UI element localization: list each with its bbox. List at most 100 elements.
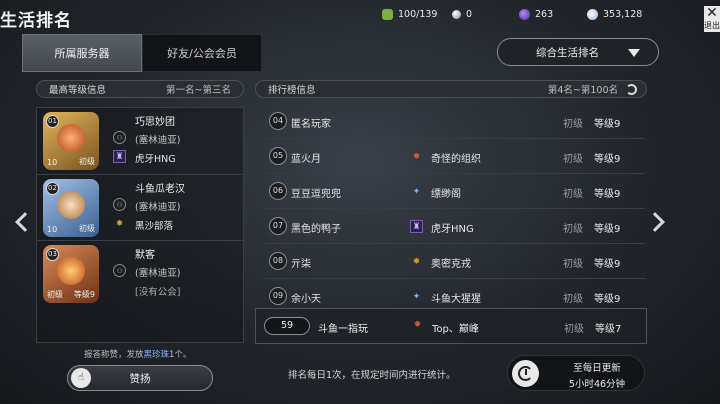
diamond-value: 353,128 [603,9,643,20]
medal-level: 10 [47,158,58,167]
player-server: (塞林迪亚) [135,268,181,279]
top-ranks-range: 第一名~第三名 [166,85,231,96]
player-server: (塞林迪亚) [135,202,181,213]
player-level: 等级9 [594,224,621,235]
rank-row[interactable]: 06 豆豆逗兜兜 ✦ 缥缈阁 初级 等级9 [265,174,645,209]
player-guild: 奇怪的组织 [431,154,481,165]
silver-medal-icon: 02 10 初级 [43,179,99,237]
top-rank-row[interactable]: 03 初级 等级9 默客 ⚇ (塞林迪亚) [没有公会] [37,240,243,306]
person-icon: ⚇ [113,131,126,144]
energy-resource: 100/139 [382,9,437,20]
praise-note-text: 报答称赞，发放 [84,350,144,360]
refresh-icon[interactable] [626,84,637,95]
energy-value: 100/139 [398,9,438,20]
player-name: 蓝火月 [291,154,321,165]
tab-friends-guild[interactable]: 好友/公会会员 [142,34,262,72]
person-icon: ⚇ [113,198,126,211]
rank-list-range: 第4名~第100名 [547,85,618,96]
dropdown-selected: 综合生活排名 [536,46,599,59]
guild-emblem-icon: ✸ [412,256,421,267]
silver-pearl-value: 0 [466,9,473,20]
player-guild: 黑沙部落 [135,221,174,232]
hand-icon: ☝ [71,368,91,388]
player-level: 等级9 [594,259,621,270]
top-rank-row[interactable]: 02 10 初级 斗鱼瓜老汉 ⚇ (塞林迪亚) ✸ 黑沙部落 [37,174,243,240]
guild-emblem-icon: ✹ [412,151,421,162]
medal-emblem-icon [57,257,85,285]
rank-number: 09 [269,287,287,305]
exit-label: 退出 [704,21,720,30]
guild-emblem-icon: ✦ [412,186,421,197]
my-rank-row[interactable]: 59 斗鱼一指玩 ✹ Top、巅峰 初级 等级7 [255,308,647,344]
player-name: 豆豆逗兜兜 [291,189,341,200]
my-rank-number: 59 [264,317,310,335]
top-rank-row[interactable]: 01 10 初级 巧思妙团 ⚇ (塞林迪亚) ♜ 虎牙HNG [37,108,243,174]
chevron-right-icon[interactable] [645,212,665,232]
rank-row[interactable]: 08 亓柒 ✸ 奥密克戎 初级 等级9 [265,244,645,279]
silver-pearl-resource: 0 [452,9,472,20]
energy-icon [382,9,393,20]
silver-pearl-icon [452,10,461,19]
my-player-tier: 初级 [564,324,584,335]
rank-list-header: 排行榜信息 第4名~第100名 [255,80,647,98]
player-name: 巧思妙团 [135,117,175,128]
my-player-guild: Top、巅峰 [432,324,479,335]
player-guild: 缥缈阁 [431,189,461,200]
guild-emblem-icon: ✸ [115,218,124,229]
player-name: 黑色的鸭子 [291,224,341,235]
player-tier: 初级 [563,189,583,200]
exit-button[interactable]: ✕ 退出 [704,6,720,32]
player-name: 斗鱼瓜老汉 [135,184,185,195]
player-guild: 斗鱼大猩猩 [431,294,481,305]
rank-number: 01 [46,115,59,128]
guild-emblem-icon: ♜ [113,150,126,163]
rank-number: 07 [269,217,287,235]
top-ranks-title: 最高等级信息 [49,85,107,96]
diamond-icon [587,9,598,20]
player-level: 等级9 [594,154,621,165]
guild-emblem-icon: ✹ [413,320,422,330]
top-ranks-panel: 01 10 初级 巧思妙团 ⚇ (塞林迪亚) ♜ 虎牙HNG 02 10 初级 … [36,107,244,343]
update-label: 至每日更新 [573,363,621,374]
rank-number: 08 [269,252,287,270]
player-tier: 初级 [563,154,583,165]
praise-reward-note: 报答称赞，发放黑珍珠1个。 [84,348,191,360]
purple-crystal-resource: 263 [519,9,553,20]
medal-emblem-icon [57,191,85,219]
update-countdown: 5小时46分钟 [568,379,626,390]
player-guild: 虎牙HNG [135,154,176,165]
player-guild: 奥密克戎 [431,259,471,270]
medal-tier: 初级 [79,157,95,166]
bronze-medal-icon: 03 初级 等级9 [43,245,99,303]
praise-button-label: 赞扬 [129,372,151,385]
diamond-resource: 353,128 [587,9,642,20]
rank-number: 06 [269,182,287,200]
chevron-left-icon[interactable] [15,212,35,232]
player-name: 匿名玩家 [291,119,331,130]
chevron-down-icon [628,49,640,57]
my-player-level: 等级7 [595,324,622,335]
praise-button[interactable]: ☝ 赞扬 [67,365,213,391]
player-server: (塞林迪亚) [135,135,181,146]
clock-icon [512,360,539,387]
ranking-type-dropdown[interactable]: 综合生活排名 [497,38,659,66]
player-level: 等级9 [594,294,621,305]
medal-emblem-icon [57,124,85,152]
gold-medal-icon: 01 10 初级 [43,112,99,170]
guild-emblem-icon: ✦ [412,291,421,302]
player-name: 默客 [135,250,155,261]
close-icon: ✕ [706,6,718,21]
player-tier: 初级 [563,224,583,235]
rank-row[interactable]: 05 蓝火月 ✹ 奇怪的组织 初级 等级9 [265,139,645,174]
tab-server[interactable]: 所属服务器 [22,34,142,72]
rank-row[interactable]: 09 余小天 ✦ 斗鱼大猩猩 初级 等级9 [265,279,645,307]
player-guild: 虎牙HNG [431,224,474,235]
praise-note-highlight: 黑珍珠 [143,350,170,360]
player-guild: [没有公会] [135,287,181,298]
rank-number: 02 [46,182,59,195]
player-name: 余小天 [291,294,321,305]
top-ranks-header: 最高等级信息 第一名~第三名 [36,80,244,98]
medal-level: 等级9 [73,290,95,299]
rank-row[interactable]: 04 匿名玩家 初级 等级9 [265,104,645,139]
rank-row[interactable]: 07 黑色的鸭子 ♜ 虎牙HNG 初级 等级9 [265,209,645,244]
